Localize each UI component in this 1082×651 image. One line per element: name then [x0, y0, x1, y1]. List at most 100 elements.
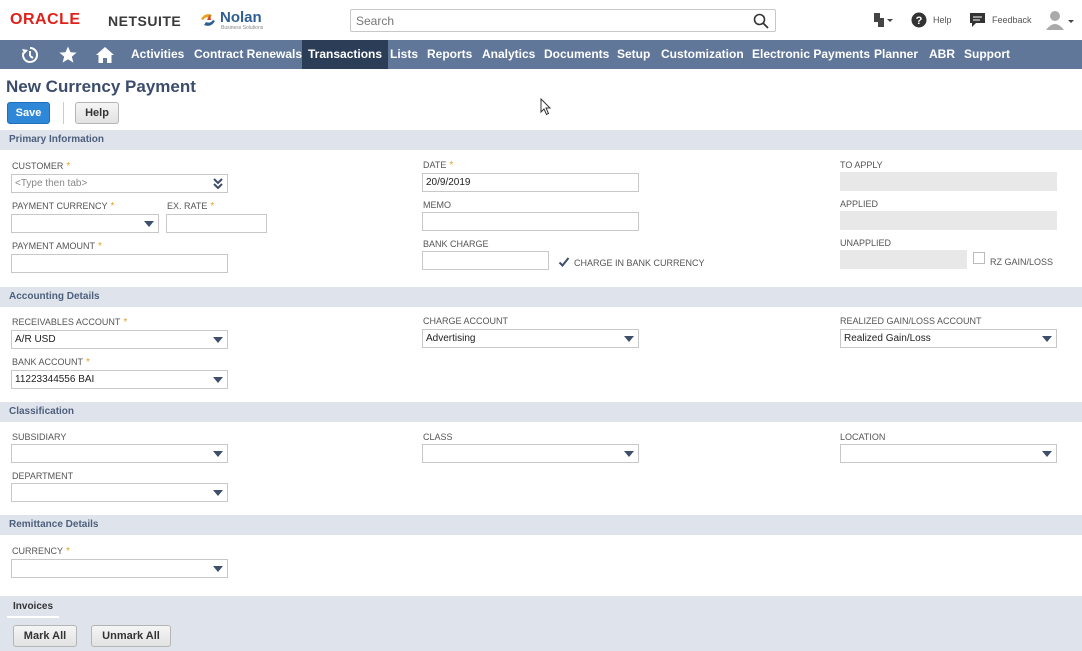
required-marker: *	[66, 161, 71, 172]
charge-account-label: CHARGE ACCOUNT	[423, 316, 509, 326]
netsuite-app: ORACLE NETSUITE Nolan Business Solutions…	[0, 0, 1082, 651]
applied-label: APPLIED	[840, 199, 879, 209]
nav-lists[interactable]: Lists	[390, 40, 418, 69]
help-link[interactable]: Help	[933, 15, 952, 25]
rz-gain-loss-checkbox[interactable]	[973, 252, 985, 264]
chevron-down-icon	[213, 337, 223, 343]
chevron-down-icon	[1042, 451, 1052, 457]
department-select[interactable]	[11, 483, 228, 502]
nav-abr[interactable]: ABR	[929, 40, 955, 69]
nav-customization[interactable]: Customization	[661, 40, 744, 69]
section-title: Primary Information	[9, 134, 105, 145]
star-icon[interactable]	[58, 45, 78, 65]
required-marker: *	[210, 201, 215, 212]
chevron-down-icon	[213, 451, 223, 457]
nav-setup[interactable]: Setup	[617, 40, 650, 69]
nolan-logo-text: Nolan	[220, 9, 262, 26]
receivables-account-select[interactable]: A/R USD	[11, 330, 228, 349]
nav-transactions[interactable]: Transactions	[302, 40, 389, 69]
customer-label: CUSTOMER *	[12, 161, 71, 172]
currency-select[interactable]	[11, 559, 228, 578]
realized-gain-loss-account-label: REALIZED GAIN/LOSS ACCOUNT	[840, 316, 982, 326]
chevron-down-icon	[213, 566, 223, 572]
checkmark-icon	[558, 257, 570, 267]
button-divider	[63, 102, 64, 124]
charge-in-bank-currency-label: CHARGE IN BANK CURRENCY	[574, 258, 705, 268]
section-title: Remittance Details	[9, 519, 99, 530]
section-classification[interactable]: Classification	[0, 402, 1082, 422]
receivables-account-label: RECEIVABLES ACCOUNT *	[12, 317, 128, 328]
class-select[interactable]	[422, 444, 639, 463]
required-marker: *	[123, 317, 128, 328]
nolan-logo-subtitle: Business Solutions	[221, 25, 264, 31]
location-label: LOCATION	[840, 432, 886, 442]
netsuite-logo[interactable]: NETSUITE	[108, 13, 181, 29]
charge-account-select[interactable]: Advertising	[422, 329, 639, 348]
section-title: Classification	[9, 406, 75, 417]
save-button[interactable]: Save	[7, 102, 50, 124]
search-input[interactable]	[351, 10, 741, 31]
nav-documents[interactable]: Documents	[544, 40, 609, 69]
nav-activities[interactable]: Activities	[131, 40, 184, 69]
ex-rate-label: EX. RATE *	[167, 201, 215, 212]
mark-all-button[interactable]: Mark All	[13, 625, 77, 647]
search-icon[interactable]	[752, 12, 770, 30]
help-button[interactable]: Help	[75, 102, 119, 124]
section-title: Accounting Details	[9, 291, 100, 302]
nav-support[interactable]: Support	[964, 40, 1010, 69]
department-label: DEPARTMENT	[12, 471, 74, 481]
svg-text:?: ?	[916, 15, 923, 27]
charge-in-bank-currency-checkbox[interactable]	[558, 255, 570, 267]
realized-gain-loss-account-select[interactable]: Realized Gain/Loss	[840, 329, 1057, 348]
mouse-cursor-icon	[540, 98, 552, 116]
home-icon[interactable]	[95, 45, 115, 65]
feedback-icon[interactable]	[969, 12, 986, 28]
date-label: DATE *	[423, 160, 454, 171]
nav-reports[interactable]: Reports	[427, 40, 472, 69]
nav-contract-renewals[interactable]: Contract Renewals	[194, 40, 302, 69]
location-select[interactable]	[840, 444, 1057, 463]
ex-rate-input[interactable]	[166, 214, 267, 233]
page-title: New Currency Payment	[6, 77, 196, 96]
unmark-all-button[interactable]: Unmark All	[91, 625, 171, 647]
chevron-down-icon	[624, 451, 634, 457]
help-icon[interactable]: ?	[911, 12, 927, 28]
chevron-down-icon	[1042, 336, 1052, 342]
recent-icon[interactable]	[20, 45, 40, 65]
nav-electronic-payments[interactable]: Electronic Payments	[752, 40, 870, 69]
nolan-logo-icon	[201, 14, 215, 26]
nav-planner[interactable]: Planner	[874, 40, 918, 69]
section-primary-information[interactable]: Primary Information	[0, 130, 1082, 150]
unapplied-value	[840, 250, 967, 269]
date-input[interactable]: 20/9/2019	[422, 173, 639, 192]
memo-label: MEMO	[423, 200, 451, 210]
unapplied-label: UNAPPLIED	[840, 238, 892, 248]
shortcuts-icon[interactable]	[870, 10, 894, 30]
oracle-logo[interactable]: ORACLE	[10, 11, 81, 29]
section-accounting-details[interactable]: Accounting Details	[0, 287, 1082, 307]
bank-charge-label: BANK CHARGE	[423, 239, 489, 249]
payment-amount-input[interactable]	[11, 254, 228, 273]
subsidiary-label: SUBSIDIARY	[12, 432, 67, 442]
subsidiary-select[interactable]	[11, 444, 228, 463]
memo-input[interactable]	[422, 212, 639, 231]
to-apply-value	[840, 172, 1057, 191]
section-remittance-details[interactable]: Remittance Details	[0, 515, 1082, 535]
bank-charge-input[interactable]	[422, 251, 549, 270]
user-avatar-icon[interactable]	[1044, 9, 1076, 31]
bank-account-label: BANK ACCOUNT *	[12, 357, 90, 368]
nav-analytics[interactable]: Analytics	[482, 40, 535, 69]
class-label: CLASS	[423, 432, 453, 442]
payment-currency-select[interactable]	[11, 214, 159, 233]
chevron-down-icon	[624, 336, 634, 342]
feedback-link[interactable]: Feedback	[992, 15, 1032, 25]
bank-account-select[interactable]: 11223344556 BAI	[11, 370, 228, 389]
chevron-down-icon	[213, 490, 223, 496]
tab-invoices[interactable]: Invoices	[7, 596, 60, 618]
double-chevron-down-icon[interactable]	[213, 178, 223, 189]
rz-gain-loss-label: RZ GAIN/LOSS	[990, 257, 1054, 267]
currency-label: CURRENCY *	[12, 546, 70, 557]
applied-value	[840, 211, 1057, 230]
customer-field[interactable]: <Type then tab>	[11, 174, 228, 193]
required-marker: *	[66, 546, 70, 557]
